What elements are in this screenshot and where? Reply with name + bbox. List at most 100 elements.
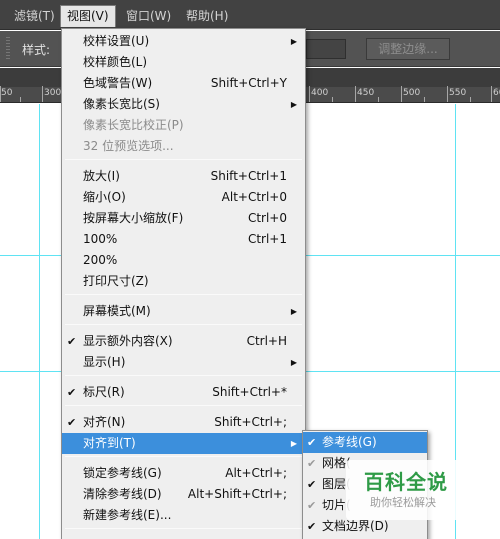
ruler-tick <box>332 97 333 102</box>
menu-item-label: 校样颜色(L) <box>83 55 148 69</box>
submenu-arrow-icon: ▶ <box>290 37 297 46</box>
menu-item-shortcut: Ctrl+H <box>246 334 287 348</box>
menu-item-32bit-preview-options[interactable]: 32 位预览选项... <box>62 136 305 157</box>
ruler-tick <box>447 86 448 102</box>
menu-item-label: 像素长宽比校正(P) <box>83 118 184 132</box>
menu-item-label: 按屏幕大小缩放(F) <box>83 211 184 225</box>
menu-item-label: 显示额外内容(X) <box>83 334 173 348</box>
submenu-arrow-icon: ▶ <box>290 439 297 448</box>
menu-item-proof-setup[interactable]: 校样设置(U) ▶ <box>62 31 305 52</box>
submenu-arrow-icon: ▶ <box>290 100 297 109</box>
menu-separator <box>65 294 302 295</box>
ruler-tick <box>378 97 379 102</box>
menu-separator <box>65 159 302 160</box>
menu-item-label: 放大(I) <box>83 169 120 183</box>
submenu-item-guides[interactable]: ✔ 参考线(G) <box>303 432 427 453</box>
ruler-tick <box>42 86 43 102</box>
ruler-tick <box>491 86 492 102</box>
menu-item-label: 校样设置(U) <box>83 34 150 48</box>
watermark-subtitle: 助你轻松解决 <box>370 496 436 509</box>
menu-item-shortcut: Shift+Ctrl+1 <box>210 169 287 183</box>
submenu-item-label: 参考线(G) <box>322 435 377 449</box>
ruler-label: 300 <box>44 88 62 98</box>
menu-separator <box>65 528 302 529</box>
menu-item-shortcut: Alt+Ctrl+0 <box>221 190 287 204</box>
watermark-title: 百科全说 <box>364 470 448 494</box>
menu-item-print-size[interactable]: 打印尺寸(Z) <box>62 271 305 292</box>
menu-item-lock-guides[interactable]: 锁定参考线(G) Alt+Ctrl+; <box>62 463 305 484</box>
menu-item-snap-to[interactable]: 对齐到(T) ▶ <box>62 433 305 454</box>
ruler-tick <box>0 86 1 102</box>
ruler-tick <box>20 97 21 102</box>
ruler-tick <box>355 86 356 102</box>
ruler-label: 50 <box>1 88 13 98</box>
menu-item-extras[interactable]: ✔ 显示额外内容(X) Ctrl+H <box>62 331 305 352</box>
submenu-arrow-icon: ▶ <box>290 358 297 367</box>
height-field[interactable] <box>306 39 346 59</box>
menu-bar: 滤镜(T) 视图(V) 窗口(W) 帮助(H) <box>0 0 500 30</box>
menu-item-label: 像素长宽比(S) <box>83 97 160 111</box>
menu-item-snap[interactable]: ✔ 对齐(N) Shift+Ctrl+; <box>62 412 305 433</box>
menu-item-shortcut: Ctrl+1 <box>247 232 287 246</box>
menu-separator <box>65 456 302 457</box>
menu-item-200-percent[interactable]: 200% <box>62 250 305 271</box>
menu-item-rulers[interactable]: ✔ 标尺(R) Shift+Ctrl+* <box>62 382 305 403</box>
menu-separator <box>65 324 302 325</box>
menu-view[interactable]: 视图(V) <box>60 5 116 27</box>
menu-separator <box>65 375 302 376</box>
checkmark-icon: ✔ <box>307 436 317 449</box>
menu-item-label: 对齐到(T) <box>83 436 136 450</box>
vertical-guide[interactable] <box>39 104 40 539</box>
submenu-arrow-icon: ▶ <box>290 307 297 316</box>
ruler-label: 600 <box>493 88 500 98</box>
menu-item-shortcut: Shift+Ctrl+* <box>212 385 287 399</box>
menu-item-label: 标尺(R) <box>83 385 125 399</box>
view-menu: 校样设置(U) ▶ 校样颜色(L) 色域警告(W) Shift+Ctrl+Y 像素长… <box>61 28 306 539</box>
menu-item-zoom-in[interactable]: 放大(I) Shift+Ctrl+1 <box>62 166 305 187</box>
toolbar-grip[interactable] <box>6 37 10 61</box>
menu-item-clear-guides[interactable]: 清除参考线(D) Alt+Shift+Ctrl+; <box>62 484 305 505</box>
menu-item-label: 100% <box>83 232 118 246</box>
menu-item-label: 缩小(O) <box>83 190 126 204</box>
menu-item-pixel-aspect-correction[interactable]: 像素长宽比校正(P) <box>62 115 305 136</box>
menu-item-shortcut: Alt+Ctrl+; <box>225 466 287 480</box>
menu-item-100-percent[interactable]: 100% Ctrl+1 <box>62 229 305 250</box>
menu-item-proof-colors[interactable]: 校样颜色(L) <box>62 52 305 73</box>
ruler-label: 450 <box>357 88 375 98</box>
menu-item-screen-mode[interactable]: 屏幕模式(M) ▶ <box>62 301 305 322</box>
checkmark-icon: ✔ <box>307 499 317 512</box>
menu-filter[interactable]: 滤镜(T) <box>8 5 61 27</box>
menu-item-fit-on-screen[interactable]: 按屏幕大小缩放(F) Ctrl+0 <box>62 208 305 229</box>
menu-item-gamut-warning[interactable]: 色域警告(W) Shift+Ctrl+Y <box>62 73 305 94</box>
menu-item-shortcut: Alt+Shift+Ctrl+; <box>187 487 287 501</box>
menu-window[interactable]: 窗口(W) <box>120 5 177 27</box>
menu-item-shortcut: Shift+Ctrl+; <box>214 415 287 429</box>
style-label: 样式: <box>22 43 51 57</box>
menu-item-new-guide[interactable]: 新建参考线(E)... <box>62 505 305 526</box>
menu-item-label: 32 位预览选项... <box>83 139 174 153</box>
ruler-tick <box>424 97 425 102</box>
refine-edge-button[interactable]: 调整边缘... <box>366 38 450 60</box>
menu-item-zoom-out[interactable]: 缩小(O) Alt+Ctrl+0 <box>62 187 305 208</box>
menu-help[interactable]: 帮助(H) <box>180 5 234 27</box>
menu-separator <box>65 405 302 406</box>
checkmark-icon: ✔ <box>67 335 77 348</box>
menu-item-label: 显示(H) <box>83 355 126 369</box>
ruler-tick <box>401 86 402 102</box>
ruler-label: 550 <box>449 88 467 98</box>
menu-item-label: 锁定参考线(G) <box>83 466 162 480</box>
menu-item-pixel-aspect-ratio[interactable]: 像素长宽比(S) ▶ <box>62 94 305 115</box>
checkmark-icon: ✔ <box>307 478 317 491</box>
menu-item-label: 新建参考线(E)... <box>83 508 172 522</box>
checkmark-icon: ✔ <box>67 386 77 399</box>
menu-item-show[interactable]: 显示(H) ▶ <box>62 352 305 373</box>
menu-item-label: 打印尺寸(Z) <box>83 274 149 288</box>
watermark-logo: 百科全说 助你轻松解决 <box>346 460 472 520</box>
ruler-tick <box>309 86 310 102</box>
menu-item-shortcut: Ctrl+0 <box>247 211 287 225</box>
checkmark-icon: ✔ <box>67 416 77 429</box>
checkmark-icon: ✔ <box>307 457 317 470</box>
ruler-label: 500 <box>403 88 421 98</box>
ruler-label: 400 <box>311 88 329 98</box>
menu-item-shortcut: Shift+Ctrl+Y <box>210 76 287 90</box>
